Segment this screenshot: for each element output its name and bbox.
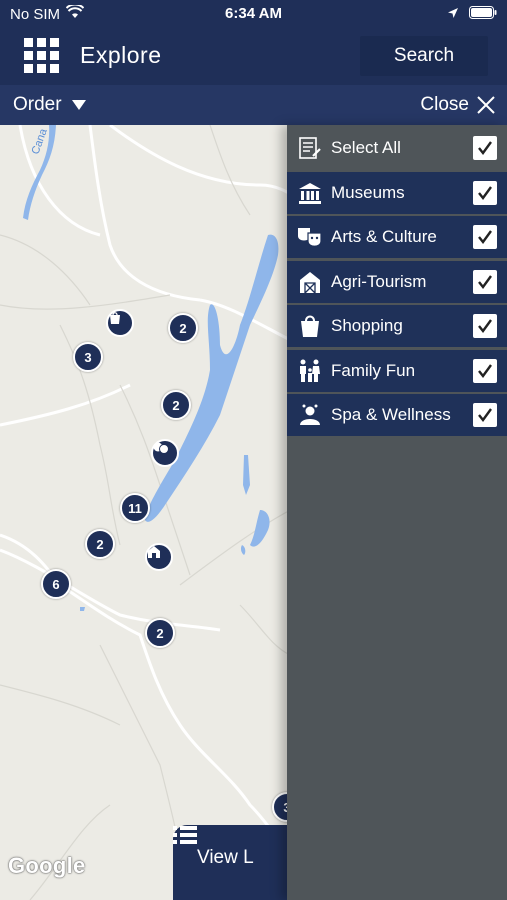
shopping-marker[interactable] (106, 309, 134, 337)
grid-menu-icon[interactable] (24, 38, 60, 74)
category-filter-panel: Select All Museums Arts & Culture Agri-T… (287, 125, 507, 900)
checkbox[interactable] (473, 181, 497, 205)
barn-icon (148, 546, 160, 558)
checkmark-icon (478, 319, 492, 333)
order-dropdown[interactable]: Order (13, 94, 86, 116)
filter-label: Arts & Culture (331, 227, 437, 246)
checkmark-icon (478, 141, 492, 155)
checkbox[interactable] (473, 314, 497, 338)
filter-spa-wellness[interactable]: Spa & Wellness (287, 394, 507, 436)
close-icon (477, 96, 495, 114)
cluster-marker[interactable]: 2 (161, 390, 191, 420)
cluster-marker[interactable]: 2 (145, 618, 175, 648)
cluster-marker[interactable]: 3 (73, 342, 103, 372)
checkbox[interactable] (473, 270, 497, 294)
search-button[interactable]: Search (360, 36, 488, 76)
filter-museums[interactable]: Museums (287, 172, 507, 214)
checkbox[interactable] (473, 136, 497, 160)
app-header: Explore Search (0, 28, 507, 85)
cluster-marker[interactable]: 2 (168, 313, 198, 343)
filter-select-all[interactable]: Select All (287, 127, 507, 169)
checkmark-icon (478, 230, 492, 244)
battery-icon (469, 6, 497, 23)
shopping-bag-icon (110, 312, 120, 324)
clock: 6:34 AM (225, 5, 282, 22)
filter-family-fun[interactable]: Family Fun (287, 350, 507, 392)
caret-down-icon (71, 100, 86, 110)
google-attribution: Google (8, 853, 86, 878)
filter-label: Select All (331, 138, 401, 157)
barn-icon (297, 269, 323, 295)
checkbox[interactable] (473, 359, 497, 383)
checkmark-icon (478, 186, 492, 200)
family-icon (297, 358, 323, 384)
checkmark-icon (478, 364, 492, 378)
order-label: Order (13, 94, 62, 115)
filter-bar: Order Close (0, 85, 507, 125)
arts-culture-marker[interactable] (151, 439, 179, 467)
checkmark-icon (478, 408, 492, 422)
close-button[interactable]: Close (420, 94, 495, 116)
checkmark-icon (478, 275, 492, 289)
filter-label: Agri-Tourism (331, 272, 427, 291)
spa-icon (297, 402, 323, 428)
museum-icon (297, 180, 323, 206)
theater-masks-icon (297, 224, 323, 250)
shopping-bag-icon (297, 313, 323, 339)
status-bar: No SIM 6:34 AM (0, 0, 507, 28)
filter-arts-culture[interactable]: Arts & Culture (287, 216, 507, 258)
checkbox[interactable] (473, 225, 497, 249)
filter-label: Family Fun (331, 361, 416, 380)
location-arrow-icon (447, 6, 459, 23)
cluster-marker[interactable]: 11 (120, 493, 150, 523)
agri-tourism-marker[interactable] (145, 543, 173, 571)
filter-agri-tourism[interactable]: Agri-Tourism (287, 261, 507, 303)
theater-masks-icon (153, 442, 169, 454)
filter-label: Museums (331, 183, 405, 202)
list-icon (173, 826, 197, 844)
page-title: Explore (80, 42, 162, 68)
filter-label: Spa & Wellness (331, 405, 451, 424)
filter-label: Shopping (331, 316, 403, 335)
cluster-marker[interactable]: 2 (85, 529, 115, 559)
checkbox[interactable] (473, 403, 497, 427)
close-label: Close (420, 94, 469, 115)
view-list-label: View L (197, 847, 254, 868)
select-all-icon (297, 135, 323, 161)
cluster-marker[interactable]: 6 (41, 569, 71, 599)
filter-shopping[interactable]: Shopping (287, 305, 507, 347)
